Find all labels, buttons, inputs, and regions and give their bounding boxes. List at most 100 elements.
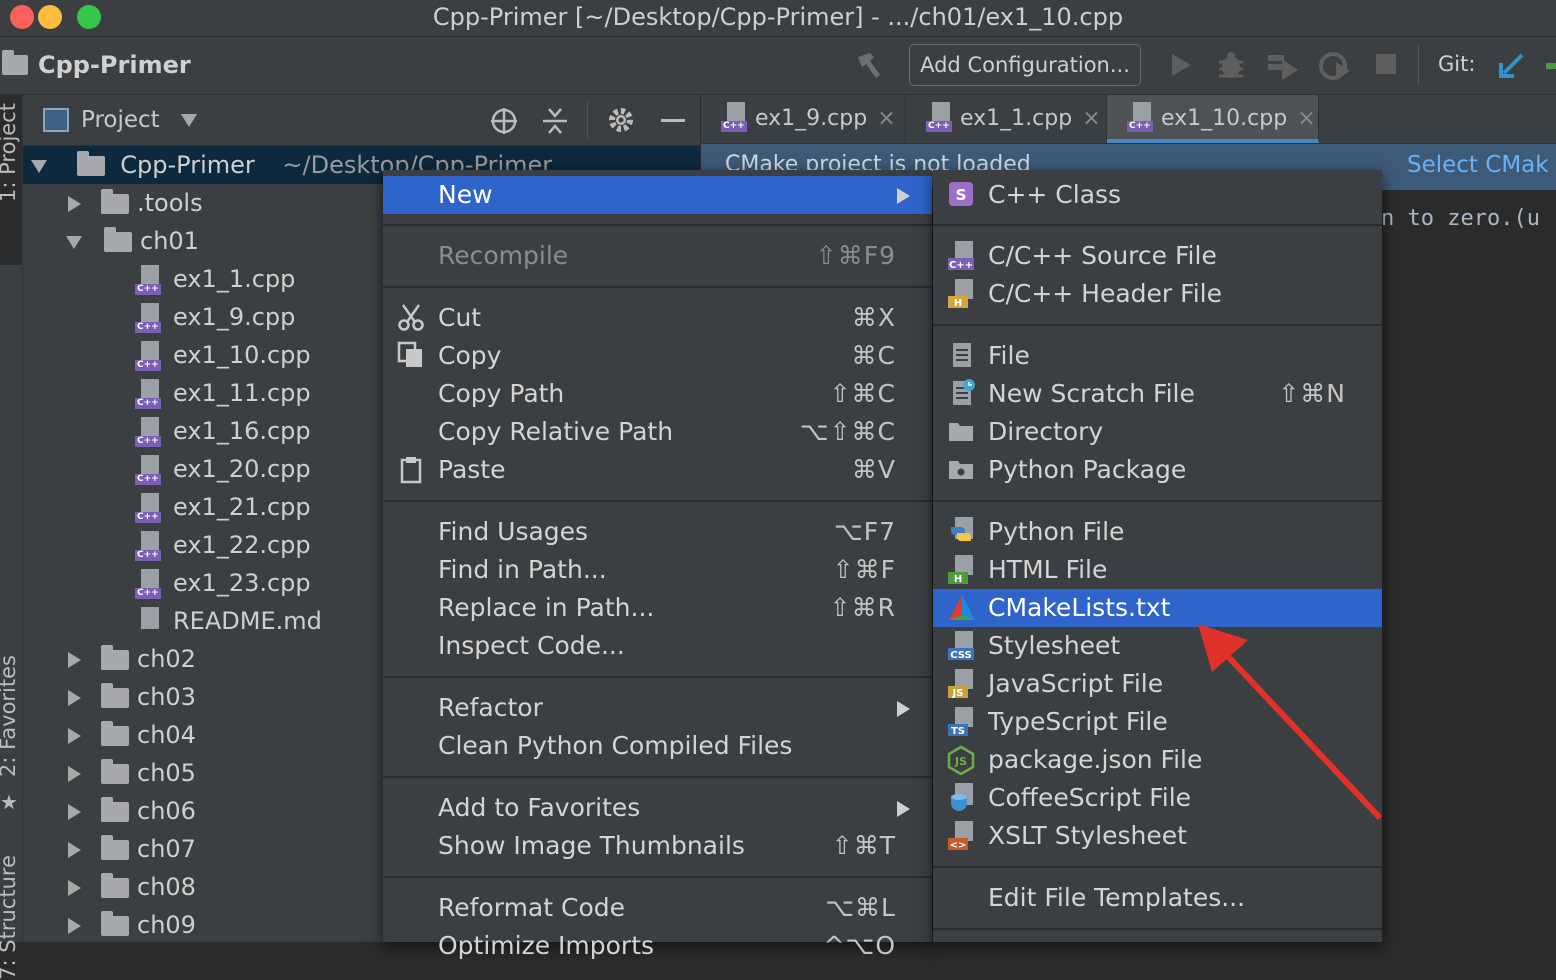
- chevron-down-icon[interactable]: [66, 235, 82, 249]
- select-cmake-link[interactable]: Select CMak: [1407, 152, 1549, 178]
- menu-item-paste[interactable]: Paste ⌘V: [383, 451, 932, 489]
- project-folder-icon: [2, 49, 28, 75]
- git-commit-icon[interactable]: [1546, 63, 1556, 69]
- new-item-c-class[interactable]: S C++ Class: [933, 176, 1382, 214]
- xslt-icon: <>: [947, 821, 975, 851]
- git-update-arrow-icon[interactable]: [1498, 51, 1526, 79]
- menu-item-find-in-path[interactable]: Find in Path... ⇧⌘F: [383, 551, 932, 589]
- favorites-star-icon: ★: [0, 790, 18, 814]
- menu-item-inspect-code[interactable]: Inspect Code...: [383, 627, 932, 665]
- menu-item-show-image-thumbnails[interactable]: Show Image Thumbnails ⇧⌘T: [383, 827, 932, 865]
- svg-text:H: H: [954, 298, 962, 309]
- new-item-html-file[interactable]: H HTML File: [933, 551, 1382, 589]
- chevron-right-icon[interactable]: [68, 652, 81, 668]
- run-icon[interactable]: [1168, 51, 1194, 79]
- new-item-python-file[interactable]: Python File: [933, 513, 1382, 551]
- menu-separator: [383, 776, 932, 778]
- chevron-right-icon[interactable]: [68, 766, 81, 782]
- menu-item-shortcut: ⇧⌘N: [1278, 379, 1346, 408]
- menu-item-clean-python-compiled-files[interactable]: Clean Python Compiled Files: [383, 727, 932, 765]
- add-configuration-button[interactable]: Add Configuration...: [909, 44, 1141, 86]
- svg-text:TS: TS: [951, 726, 965, 737]
- toolbar-divider: [1418, 45, 1419, 85]
- locate-target-icon[interactable]: [489, 106, 519, 136]
- menu-item-label: Copy Path: [438, 379, 565, 408]
- hide-panel-icon[interactable]: [661, 119, 685, 122]
- menu-item-label: package.json File: [988, 745, 1203, 774]
- cpp-file-icon: C++: [135, 341, 161, 371]
- menu-item-optimize-imports[interactable]: Optimize Imports ^⌥O: [383, 927, 932, 965]
- chevron-right-icon[interactable]: [68, 804, 81, 820]
- menu-item-label: Cut: [438, 303, 482, 332]
- chevron-right-icon[interactable]: [68, 880, 81, 896]
- context-menu: New Recompile ⇧⌘F9 Cut ⌘X Copy ⌘C Copy Path ⇧⌘C C…: [383, 170, 932, 960]
- menu-item-label: CMakeLists.txt: [988, 593, 1171, 622]
- menu-item-reformat-code[interactable]: Reformat Code ⌥⌘L: [383, 889, 932, 927]
- svg-text:S: S: [956, 186, 967, 204]
- profile-icon[interactable]: [1318, 50, 1352, 82]
- annotation-arrow: [1198, 624, 1383, 821]
- new-item-new-scratch-file[interactable]: New Scratch File ⇧⌘N: [933, 375, 1382, 413]
- structure-tool-tab[interactable]: 7: Structure: [0, 855, 20, 980]
- menu-item-label: Clean Python Compiled Files: [438, 731, 793, 760]
- new-item-file[interactable]: File: [933, 337, 1382, 375]
- new-item-c-c-header-file[interactable]: H C/C++ Header File: [933, 275, 1382, 313]
- folder-icon: [947, 417, 975, 447]
- menu-item-label: New Scratch File: [988, 379, 1195, 408]
- editor-tab-0[interactable]: C++ ex1_9.cpp ×: [701, 95, 906, 143]
- chevron-right-icon[interactable]: [68, 690, 81, 706]
- tree-item-label: ex1_11.cpp: [173, 379, 311, 407]
- menu-item-add-to-favorites[interactable]: Add to Favorites: [383, 789, 932, 827]
- collapse-all-icon[interactable]: [541, 106, 569, 136]
- chevron-right-icon[interactable]: [68, 842, 81, 858]
- menu-item-shortcut: ⇧⌘C: [829, 379, 896, 408]
- menu-item-refactor[interactable]: Refactor: [383, 689, 932, 727]
- menu-item-recompile[interactable]: Recompile ⇧⌘F9: [383, 237, 932, 275]
- menu-item-new[interactable]: New: [383, 176, 932, 214]
- js-icon: JS: [947, 669, 975, 699]
- cpp-source-icon: C++: [947, 241, 975, 271]
- gear-icon[interactable]: [607, 106, 635, 134]
- new-item-python-package[interactable]: Python Package: [933, 451, 1382, 489]
- chevron-right-icon[interactable]: [68, 728, 81, 744]
- menu-separator: [383, 286, 932, 288]
- debug-bug-icon[interactable]: [1216, 50, 1246, 80]
- chevron-right-icon[interactable]: [68, 196, 81, 212]
- cmake-icon: [947, 593, 975, 623]
- favorites-tool-tab[interactable]: 2: Favorites: [0, 655, 20, 777]
- menu-item-label: Edit File Templates...: [988, 883, 1246, 912]
- close-tab-icon[interactable]: ×: [877, 106, 895, 131]
- navbar-project-name[interactable]: Cpp-Primer: [38, 51, 191, 79]
- menu-item-label: Directory: [988, 417, 1104, 446]
- menu-item-copy[interactable]: Copy ⌘C: [383, 337, 932, 375]
- menu-item-label: Python File: [988, 517, 1125, 546]
- editor-tab-1[interactable]: C++ ex1_1.cpp ×: [906, 95, 1107, 143]
- build-hammer-icon[interactable]: [852, 49, 886, 81]
- run-with-coverage-icon[interactable]: [1266, 51, 1300, 81]
- menu-item-cut[interactable]: Cut ⌘X: [383, 299, 932, 337]
- new-item-c-c-source-file[interactable]: C++ C/C++ Source File: [933, 237, 1382, 275]
- close-tab-icon[interactable]: ×: [1297, 106, 1315, 131]
- editor-tab-2[interactable]: C++ ex1_10.cpp ×: [1107, 95, 1319, 143]
- menu-separator: [933, 500, 1382, 502]
- chevron-right-icon[interactable]: [68, 918, 81, 934]
- menu-item-label: TypeScript File: [988, 707, 1168, 736]
- html-file-icon: H: [947, 555, 975, 585]
- close-tab-icon[interactable]: ×: [1082, 106, 1100, 131]
- project-view-selector[interactable]: Project: [81, 107, 198, 133]
- menu-item-label: Recompile: [438, 241, 569, 270]
- stop-icon[interactable]: [1376, 54, 1396, 74]
- menu-item-copy-relative-path[interactable]: Copy Relative Path ⌥⇧⌘C: [383, 413, 932, 451]
- menu-item-copy-path[interactable]: Copy Path ⇧⌘C: [383, 375, 932, 413]
- folder-icon: [101, 797, 129, 822]
- cpp-file-icon: C++: [721, 102, 747, 132]
- menu-item-shortcut: ^⌥O: [823, 931, 896, 960]
- menu-item-replace-in-path[interactable]: Replace in Path... ⇧⌘R: [383, 589, 932, 627]
- new-item-edit-file-templates[interactable]: Edit File Templates...: [933, 879, 1382, 917]
- new-item-directory[interactable]: Directory: [933, 413, 1382, 451]
- menu-item-find-usages[interactable]: Find Usages ⌥F7: [383, 513, 932, 551]
- menu-item-shortcut: ⌘V: [851, 455, 896, 484]
- project-tool-tab[interactable]: 1: Project: [0, 95, 22, 265]
- svg-text:JS: JS: [954, 755, 967, 768]
- title-bar: Cpp-Primer [~/Desktop/Cpp-Primer] - .../…: [0, 0, 1556, 37]
